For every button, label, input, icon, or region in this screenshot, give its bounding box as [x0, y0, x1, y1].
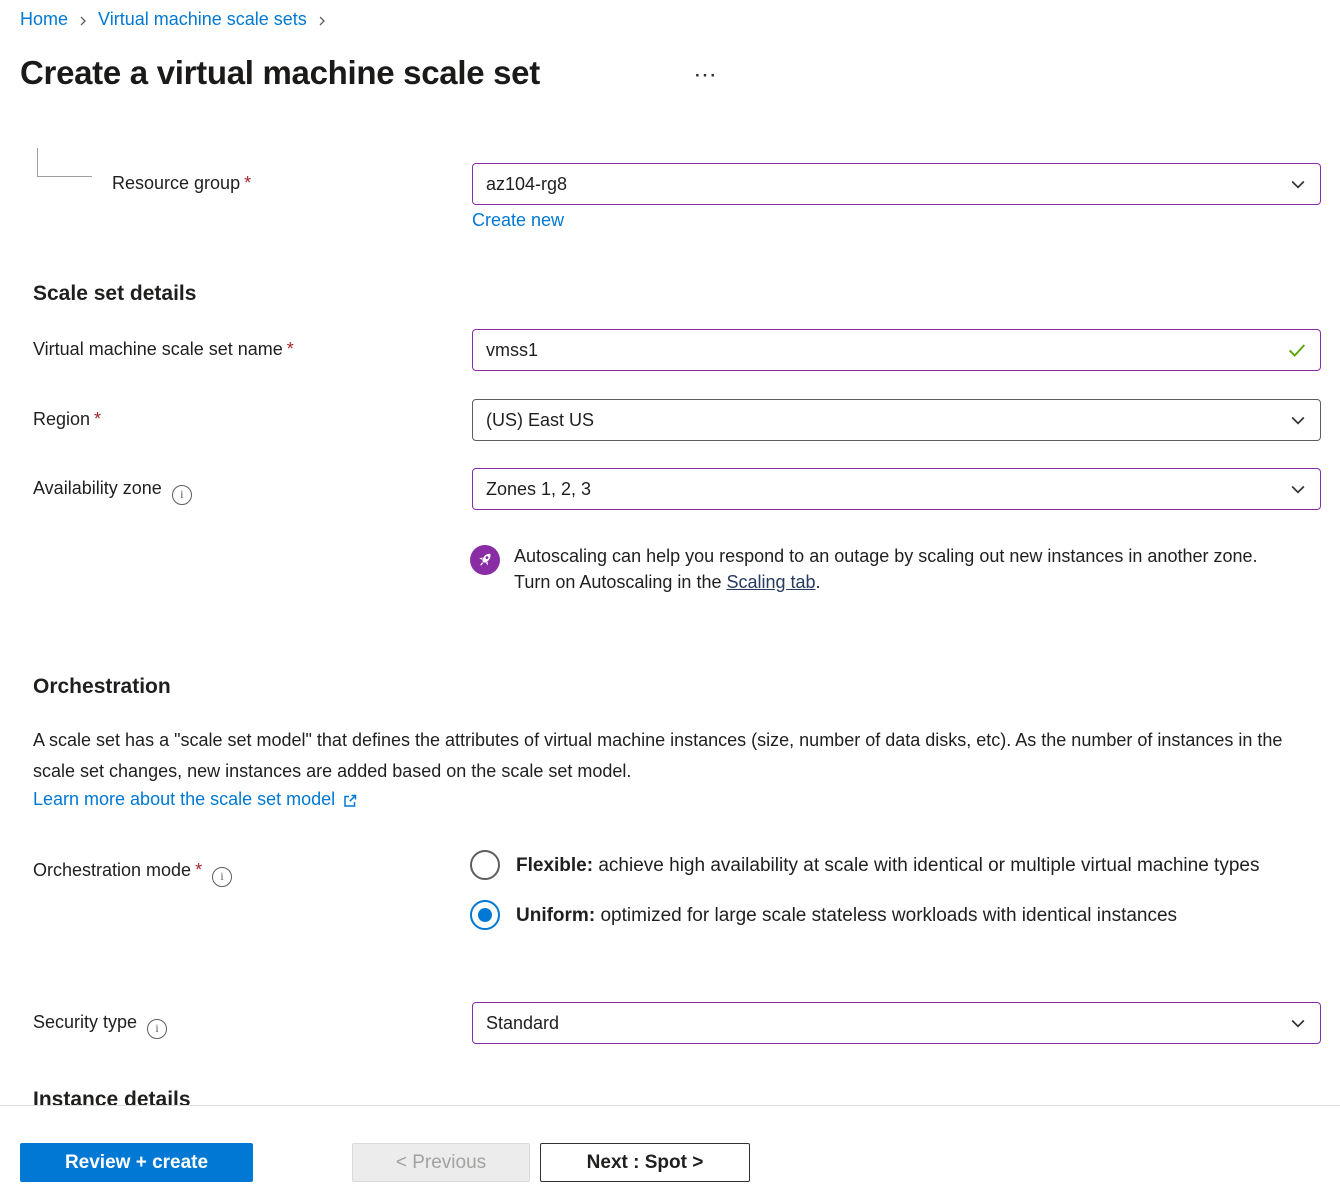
required-marker: * — [195, 860, 202, 880]
orchestration-mode-label: Orchestration mode*i — [33, 860, 232, 887]
info-icon[interactable]: i — [147, 1019, 167, 1039]
breadcrumb-home-link[interactable]: Home — [20, 9, 68, 30]
vmss-name-input[interactable] — [472, 329, 1321, 371]
security-type-value: Standard — [486, 1013, 559, 1034]
more-menu-icon[interactable]: ··· — [695, 66, 718, 86]
radio-unselected-icon[interactable] — [470, 850, 500, 880]
next-spot-button[interactable]: Next : Spot > — [540, 1143, 750, 1182]
required-marker: * — [244, 173, 251, 193]
security-type-dropdown[interactable]: Standard — [472, 1002, 1321, 1044]
required-marker: * — [94, 409, 101, 429]
availability-zone-dropdown[interactable]: Zones 1, 2, 3 — [472, 468, 1321, 510]
valid-check-icon — [1286, 339, 1308, 361]
indent-connector — [37, 148, 92, 177]
resource-group-value: az104-rg8 — [486, 174, 567, 195]
breadcrumb-vmss-link[interactable]: Virtual machine scale sets — [98, 9, 307, 30]
radio-selected-icon[interactable] — [470, 900, 500, 930]
review-create-button[interactable]: Review + create — [20, 1143, 253, 1182]
scale-set-details-heading: Scale set details — [33, 282, 196, 306]
radio-option-uniform[interactable]: Uniform: optimized for large scale state… — [470, 900, 1320, 931]
learn-more-link[interactable]: Learn more about the scale set model — [33, 789, 358, 810]
flexible-option-description: achieve high availability at scale with … — [598, 855, 1259, 876]
learn-more-label: Learn more about the scale set model — [33, 789, 335, 810]
info-icon[interactable]: i — [212, 867, 232, 887]
autoscaling-note-text: Autoscaling can help you respond to an o… — [514, 543, 1270, 595]
region-dropdown[interactable]: (US) East US — [472, 399, 1321, 441]
radio-option-flexible[interactable]: Flexible: achieve high availability at s… — [470, 850, 1320, 881]
chevron-down-icon — [1288, 174, 1308, 194]
flexible-option-name: Flexible: — [516, 855, 593, 876]
orchestration-mode-radio-group: Flexible: achieve high availability at s… — [470, 850, 1320, 931]
resource-group-label: Resource group* — [112, 173, 251, 194]
wizard-footer: Review + create < Previous Next : Spot > — [0, 1107, 1340, 1202]
chevron-right-icon — [77, 15, 89, 27]
instance-details-heading: Instance details — [33, 1088, 191, 1106]
breadcrumb: Home Virtual machine scale sets — [20, 9, 328, 30]
required-marker: * — [287, 339, 294, 359]
external-link-icon — [342, 793, 358, 809]
availability-zone-label: Availability zonei — [33, 478, 192, 505]
availability-zone-value: Zones 1, 2, 3 — [486, 479, 591, 500]
orchestration-heading: Orchestration — [33, 675, 171, 699]
orchestration-description: A scale set has a "scale set model" that… — [33, 725, 1325, 787]
scaling-tab-link[interactable]: Scaling tab — [726, 572, 815, 592]
autoscaling-note: Autoscaling can help you respond to an o… — [470, 543, 1270, 595]
form-scroll-area: Home Virtual machine scale sets Create a… — [0, 0, 1340, 1106]
create-new-link[interactable]: Create new — [472, 210, 564, 231]
info-icon[interactable]: i — [172, 485, 192, 505]
vmss-name-field-wrap — [472, 329, 1321, 371]
chevron-down-icon — [1288, 1013, 1308, 1033]
resource-group-dropdown[interactable]: az104-rg8 — [472, 163, 1321, 205]
uniform-option-description: optimized for large scale stateless work… — [600, 905, 1177, 926]
previous-button[interactable]: < Previous — [352, 1143, 530, 1182]
region-value: (US) East US — [486, 410, 594, 431]
chevron-down-icon — [1288, 479, 1308, 499]
chevron-down-icon — [1288, 410, 1308, 430]
vmss-name-label: Virtual machine scale set name* — [33, 339, 294, 360]
page-title: Create a virtual machine scale set — [20, 54, 540, 92]
region-label: Region* — [33, 409, 101, 430]
uniform-option-name: Uniform: — [516, 905, 595, 926]
create-vmss-page: Home Virtual machine scale sets Create a… — [0, 0, 1340, 1202]
rocket-icon — [470, 545, 500, 575]
security-type-label: Security typei — [33, 1012, 167, 1039]
chevron-right-icon — [316, 15, 328, 27]
